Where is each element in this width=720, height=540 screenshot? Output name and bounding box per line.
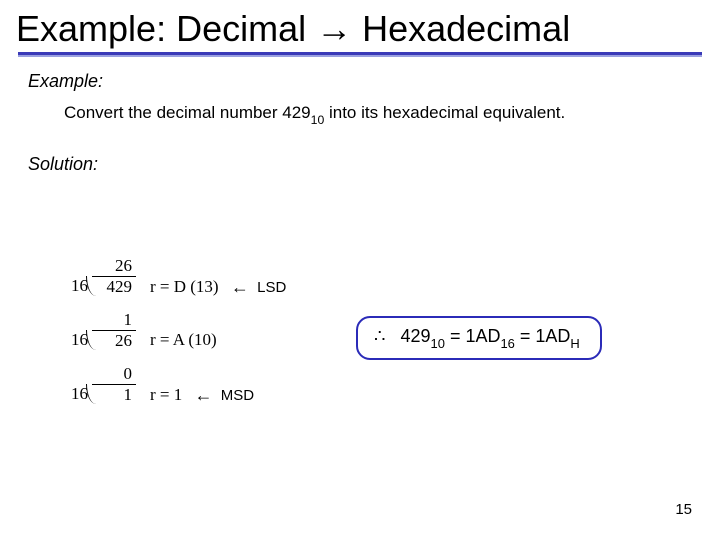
slide-title: Example: Decimal → Hexadecimal [0, 0, 720, 52]
division-step: 16 1 26 r = A (10) [60, 312, 286, 366]
result-eq1: = [445, 326, 466, 346]
dividend: 26 [92, 330, 136, 351]
remainder: r = A (10) [150, 312, 217, 350]
result-eq2: = [515, 326, 536, 346]
remainder-text: r = 1 [150, 385, 182, 404]
therefore-symbol: ∴ [374, 326, 385, 346]
prompt-post: into its hexadecimal equivalent. [324, 103, 565, 122]
result-hex: 1AD [465, 326, 500, 346]
result-number-base: 10 [431, 336, 445, 351]
result-number: 429 [400, 326, 430, 346]
division-bracket: 0 1 [92, 366, 136, 405]
remainder: r = 1 ← MSD [150, 366, 254, 405]
arrow-left-icon: ← [231, 277, 249, 298]
dividend: 1 [92, 384, 136, 405]
long-division-work: 16 26 429 r = D (13) ← LSD 16 1 26 r = A… [60, 258, 286, 420]
title-underline [18, 52, 702, 57]
prompt-base: 10 [311, 113, 325, 127]
quotient: 0 [124, 364, 133, 384]
division-step: 16 0 1 r = 1 ← MSD [60, 366, 286, 420]
result-hex2-base: H [570, 336, 579, 351]
example-label: Example: [28, 71, 720, 92]
remainder-text: r = D (13) [150, 277, 219, 296]
divisor: 16 [60, 258, 88, 296]
divisor: 16 [60, 366, 88, 404]
result-hex2: 1AD [535, 326, 570, 346]
arrow-left-icon: ← [195, 385, 213, 406]
digit-annotation: MSD [221, 387, 254, 404]
dividend: 429 [92, 276, 136, 297]
prompt-pre: Convert the decimal number 429 [64, 103, 311, 122]
result-box: ∴ 42910 = 1AD16 = 1ADH [356, 316, 602, 360]
remainder-text: r = A (10) [150, 330, 217, 349]
quotient: 1 [124, 310, 133, 330]
remainder: r = D (13) ← LSD [150, 258, 286, 297]
result-hex-base: 16 [500, 336, 514, 351]
digit-annotation: LSD [257, 279, 286, 296]
divisor: 16 [60, 312, 88, 350]
prompt-text: Convert the decimal number 42910 into it… [64, 100, 720, 128]
division-bracket: 1 26 [92, 312, 136, 351]
quotient: 26 [115, 256, 132, 276]
division-bracket: 26 429 [92, 258, 136, 297]
division-step: 16 26 429 r = D (13) ← LSD [60, 258, 286, 312]
solution-label: Solution: [28, 154, 720, 175]
page-number: 15 [675, 501, 692, 518]
